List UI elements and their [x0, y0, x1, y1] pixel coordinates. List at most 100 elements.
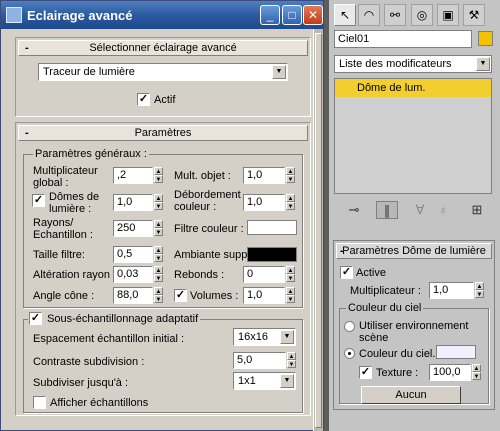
spinner-value[interactable]: 1,0: [113, 194, 153, 211]
advanced-lighting-window: Eclairage avancé _ □ ✕ - Sélectionner éc…: [0, 0, 324, 431]
use-environment-radio[interactable]: [344, 321, 355, 332]
spinner-value[interactable]: 250: [113, 220, 153, 237]
rollout-scrollbar[interactable]: [313, 29, 323, 431]
adaptive-subsampling-title: ✓ Sous-échantillonnage adaptatif: [28, 312, 201, 327]
spinner-value[interactable]: 5,0: [233, 352, 286, 369]
actif-checkbox[interactable]: ✓: [137, 93, 150, 106]
collapse-icon: -: [25, 127, 29, 139]
chevron-down-icon: ▼: [272, 65, 286, 79]
spinner-value[interactable]: 0,03: [113, 266, 153, 283]
spinner-arrows[interactable]: ▲ ▼: [475, 282, 484, 299]
spinner-value[interactable]: 1,0: [429, 282, 474, 299]
adaptive-subsampling-checkbox[interactable]: ✓: [29, 312, 42, 325]
spinner-value[interactable]: 1,0: [243, 167, 285, 184]
spinner-value[interactable]: 88,0: [113, 287, 153, 304]
angle-cone-spinner[interactable]: 88,0 ▲ ▼: [113, 287, 163, 304]
dropdown-value: Traceur de lumière: [43, 66, 135, 78]
domes-checkbox[interactable]: ✓: [32, 194, 45, 207]
spinner-arrows[interactable]: ▲ ▼: [286, 266, 295, 283]
actif-label: Actif: [154, 94, 176, 106]
maximize-button[interactable]: □: [282, 5, 302, 25]
spinner-value[interactable]: 1,0: [243, 287, 285, 304]
filtre-couleur-swatch[interactable]: [247, 220, 297, 235]
taille-filtre-spinner[interactable]: 0,5 ▲ ▼: [113, 246, 163, 263]
hierarchy-icon[interactable]: ⚯: [384, 4, 406, 26]
volumes-spinner[interactable]: 1,0 ▲ ▼: [243, 287, 295, 304]
spinner-value[interactable]: ,2: [113, 167, 153, 184]
pin-stack-icon[interactable]: ⊸: [343, 201, 365, 219]
dome-params-header[interactable]: - Paramètres Dôme de lumière: [336, 243, 492, 259]
active-label: Active: [356, 267, 386, 279]
object-color-swatch[interactable]: [478, 31, 493, 46]
spinner-arrows[interactable]: ▲ ▼: [286, 287, 295, 304]
spinner-arrows[interactable]: ▲ ▼: [154, 287, 163, 304]
angle-cone-label: Angle cône :: [33, 290, 95, 302]
rayons-spinner[interactable]: 250 ▲ ▼: [113, 220, 163, 237]
spinner-arrows[interactable]: ▲ ▼: [154, 246, 163, 263]
contraste-spinner[interactable]: 5,0 ▲ ▼: [233, 352, 296, 369]
afficher-checkbox[interactable]: [33, 396, 46, 409]
minimize-button[interactable]: _: [260, 5, 280, 25]
texture-map-button[interactable]: Aucun: [361, 386, 461, 404]
motion-icon[interactable]: ◎: [411, 4, 433, 26]
spinner-arrows[interactable]: ▲ ▼: [286, 167, 295, 184]
spinner-arrows[interactable]: ▲ ▼: [286, 194, 295, 211]
window-title: Eclairage avancé: [27, 8, 133, 23]
utilities-icon[interactable]: ⚒: [463, 4, 485, 26]
ambiante-suppl-swatch[interactable]: [247, 247, 297, 262]
modifier-list-dropdown[interactable]: Liste des modificateurs ▼: [334, 55, 492, 73]
multiplicateur-label: Multiplicateur :: [350, 285, 421, 297]
stack-item[interactable]: Dôme de lum.: [335, 79, 491, 97]
dome-multiplicateur-spinner[interactable]: 1,0 ▲ ▼: [429, 282, 484, 299]
spinner-arrows[interactable]: ▲ ▼: [154, 220, 163, 237]
spinner-arrows[interactable]: ▲ ▼: [287, 352, 296, 369]
rebonds-spinner[interactable]: 0 ▲ ▼: [243, 266, 295, 283]
subdiviser-dropdown[interactable]: 1x1 ▼: [233, 372, 296, 390]
active-checkbox[interactable]: ✓: [340, 266, 353, 279]
collapse-icon: -: [340, 245, 344, 257]
sky-color-label: Couleur du ciel...: [359, 348, 442, 360]
select-lighting-rollout: - Sélectionner éclairage avancé Traceur …: [15, 37, 311, 117]
app-icon: [6, 7, 22, 23]
chevron-down-icon: ▼: [280, 330, 294, 344]
show-end-result-icon[interactable]: ∥: [376, 201, 398, 219]
spinner-value[interactable]: 1,0: [243, 194, 285, 211]
spinner-arrows[interactable]: ▲ ▼: [154, 167, 163, 184]
spinner-value[interactable]: 0: [243, 266, 285, 283]
parameters-header[interactable]: - Paramètres: [18, 125, 308, 141]
dome-light-rollout: - Paramètres Dôme de lumière ✓ Active Mu…: [333, 240, 495, 410]
scrollbar-thumb[interactable]: [315, 33, 322, 428]
texture-checkbox[interactable]: ✓: [359, 366, 372, 379]
domes-spinner[interactable]: 1,0 ▲ ▼: [113, 194, 163, 211]
sky-color-radio[interactable]: [344, 348, 355, 359]
spinner-arrows[interactable]: ▲ ▼: [154, 266, 163, 283]
display-icon[interactable]: ▣: [437, 4, 459, 26]
spinner-value[interactable]: 100,0: [429, 364, 471, 381]
afficher-label: Afficher échantillons: [50, 397, 149, 409]
multiplicateur-global-label: Multiplicateur global :: [33, 165, 98, 189]
sky-color-title: Couleur du ciel: [346, 302, 424, 314]
make-unique-icon[interactable]: ∀: [409, 201, 431, 219]
close-button[interactable]: ✕: [303, 5, 323, 25]
mult-objet-spinner[interactable]: 1,0 ▲ ▼: [243, 167, 295, 184]
spinner-value[interactable]: 0,5: [113, 246, 153, 263]
spinner-arrows[interactable]: ▲ ▼: [154, 194, 163, 211]
contraste-label: Contraste subdivision :: [33, 356, 145, 368]
volumes-checkbox[interactable]: ✓: [174, 289, 187, 302]
object-name-field[interactable]: Ciel01: [334, 30, 472, 48]
modify-icon[interactable]: ◠: [358, 4, 380, 26]
lighting-plugin-dropdown[interactable]: Traceur de lumière ▼: [38, 63, 288, 81]
spinner-arrows[interactable]: ▲ ▼: [472, 364, 481, 381]
configure-sets-icon[interactable]: ⊞: [466, 201, 488, 219]
sky-color-swatch[interactable]: [436, 345, 476, 359]
alteration-rayon-spinner[interactable]: 0,03 ▲ ▼: [113, 266, 163, 283]
select-lighting-header[interactable]: - Sélectionner éclairage avancé: [18, 40, 308, 56]
texture-spinner[interactable]: 100,0 ▲ ▼: [429, 364, 481, 381]
create-icon[interactable]: ↖: [334, 4, 356, 26]
espacement-dropdown[interactable]: 16x16 ▼: [233, 328, 296, 346]
debordement-spinner[interactable]: 1,0 ▲ ▼: [243, 194, 295, 211]
multiplicateur-global-spinner[interactable]: ,2 ▲ ▼: [113, 167, 163, 184]
volumes-label: Volumes :: [190, 290, 239, 302]
remove-modifier-icon[interactable]: ♁: [432, 201, 454, 219]
window-titlebar[interactable]: Eclairage avancé _ □ ✕: [1, 1, 323, 29]
